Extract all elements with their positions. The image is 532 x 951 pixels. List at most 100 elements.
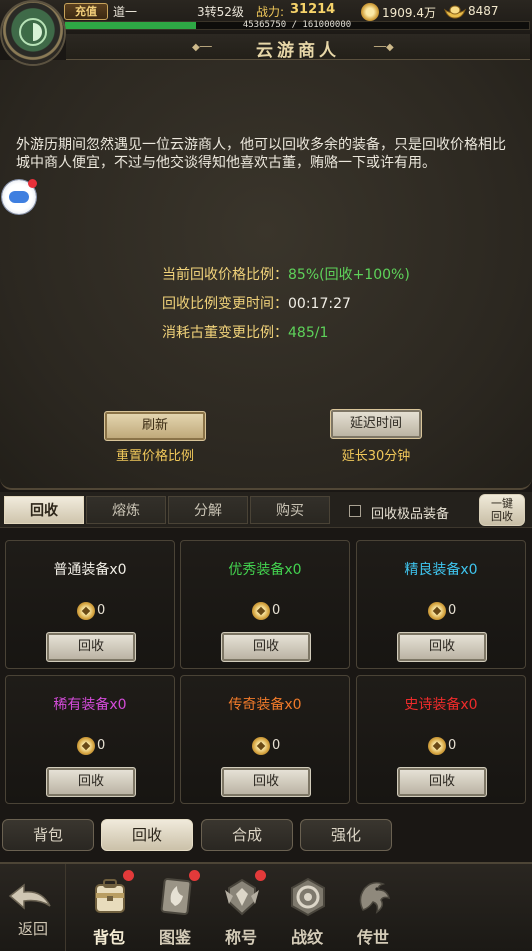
coin-icon	[428, 737, 446, 755]
back-button[interactable]: 返回	[0, 864, 66, 951]
change-time-value: 00:17:27	[288, 296, 351, 312]
equip-coin-count: 0	[97, 738, 106, 753]
refresh-subtitle: 重置价格比例	[115, 449, 194, 464]
tab-buy[interactable]: 购买	[250, 496, 330, 524]
power-label: 战力:	[256, 5, 285, 19]
gold-amount: 1909.4万	[382, 6, 436, 20]
notification-dot	[28, 179, 37, 188]
ingot-icon	[444, 5, 466, 19]
refresh-button[interactable]: 刷新	[104, 411, 206, 441]
price-ratio-label: 当前回收价格比例：	[162, 267, 288, 283]
equip-coin-count: 0	[272, 603, 281, 618]
equip-name: 精良装备x0	[404, 562, 478, 578]
antique-ratio-row: 消耗古董变更比例：485/1	[162, 322, 328, 342]
recycle-button[interactable]: 回收	[397, 632, 487, 662]
equip-coin-count: 0	[448, 603, 457, 618]
nav-heirloom[interactable]: 传世	[340, 864, 406, 951]
notification-dot	[189, 870, 200, 881]
coin-icon	[77, 602, 95, 620]
subtab-recycle[interactable]: 回收	[101, 819, 193, 851]
backpack-icon	[95, 879, 125, 913]
equip-name: 优秀装备x0	[228, 562, 302, 578]
subtab-synthesize[interactable]: 合成	[201, 819, 293, 851]
equipment-grid: 普通装备x0 0 回收 优秀装备x0 0 回收 精良装备x0 0 回收 稀有装备…	[0, 534, 532, 804]
player-avatar[interactable]	[2, 2, 64, 64]
notification-dot	[255, 870, 266, 881]
nav-title[interactable]: 称号	[208, 864, 274, 951]
gold-coin-icon	[361, 3, 379, 21]
nav-title-label: 称号	[224, 928, 257, 947]
power-value: 31214	[290, 2, 336, 17]
coin-icon	[77, 737, 95, 755]
book-icon	[160, 878, 192, 915]
experience-bar: 45365750 / 161000000	[64, 20, 530, 30]
function-tabs: 回收 熔炼 分解 购买 回收极品装备 一键 回收	[0, 492, 532, 528]
nav-book[interactable]: 图鉴	[142, 864, 208, 951]
price-ratio-value: 85%(回收+100%)	[288, 267, 410, 283]
antique-ratio-value: 485/1	[288, 325, 329, 341]
one-key-line1: 一键	[491, 497, 513, 510]
equip-cell-rare: 稀有装备x0 0 回收	[5, 675, 175, 804]
top-status-bar: 充值 道一 3转52级 战力: 31214 1909.4万 8487 45365…	[0, 0, 532, 34]
war-pattern-icon	[291, 877, 325, 917]
title-emblem-icon	[225, 878, 259, 916]
back-arrow-icon	[8, 883, 51, 910]
change-time-row: 回收比例变更时间：00:17:27	[162, 293, 351, 313]
delay-subtitle: 延长30分钟	[341, 449, 411, 464]
subtab-enhance[interactable]: 强化	[300, 819, 392, 851]
title-right-ornament: ──◆	[374, 42, 394, 53]
charge-button[interactable]: 充值	[64, 3, 108, 20]
nav-backpack[interactable]: 背包	[76, 864, 142, 951]
player-name: 道一	[113, 5, 138, 19]
player-level: 3转52级	[197, 5, 244, 19]
tab-decompose[interactable]: 分解	[168, 496, 248, 524]
equip-name: 普通装备x0	[53, 562, 127, 578]
coin-icon	[252, 602, 270, 620]
page-title: 云游商人	[256, 41, 340, 61]
recycle-button[interactable]: 回收	[221, 632, 311, 662]
floating-gamepad-icon[interactable]	[2, 179, 37, 214]
recycle-button[interactable]: 回收	[221, 767, 311, 797]
yin-yang-icon	[19, 18, 47, 46]
delay-time-button[interactable]: 延迟时间	[330, 409, 422, 439]
coin-icon	[428, 602, 446, 620]
antique-ratio-label: 消耗古董变更比例：	[162, 325, 288, 341]
one-key-recycle-button[interactable]: 一键 回收	[479, 494, 525, 526]
one-key-line2: 回收	[491, 510, 513, 523]
tab-smelt[interactable]: 熔炼	[86, 496, 166, 524]
tab-recycle[interactable]: 回收	[4, 496, 84, 524]
notification-dot	[123, 870, 134, 881]
equip-cell-excellent: 优秀装备x0 0 回收	[180, 540, 350, 669]
equip-coin-count: 0	[448, 738, 457, 753]
equip-name: 史诗装备x0	[404, 697, 478, 713]
equip-coin-count: 0	[272, 738, 281, 753]
back-label: 返回	[17, 920, 48, 938]
recycle-premium-checkbox[interactable]	[349, 505, 361, 517]
equip-coin-count: 0	[97, 603, 106, 618]
equip-cell-fine: 精良装备x0 0 回收	[356, 540, 526, 669]
merchant-description: 外游历期间忽然遇见一位云游商人，他可以回收多余的装备，只是回收价格相比城中商人便…	[16, 137, 506, 171]
nav-book-label: 图鉴	[158, 928, 191, 947]
equip-name: 稀有装备x0	[53, 697, 127, 713]
coin-icon	[252, 737, 270, 755]
ingot-amount: 8487	[468, 4, 499, 18]
experience-text: 45365750 / 161000000	[242, 20, 352, 30]
nav-war-pattern[interactable]: 战纹	[274, 864, 340, 951]
dragon-icon	[359, 881, 391, 914]
recycle-button[interactable]: 回收	[46, 767, 136, 797]
price-ratio-row: 当前回收价格比例：85%(回收+100%)	[162, 264, 410, 284]
nav-backpack-label: 背包	[92, 928, 125, 947]
equip-name: 传奇装备x0	[228, 697, 302, 713]
recycle-button[interactable]: 回收	[46, 632, 136, 662]
change-time-label: 回收比例变更时间：	[162, 296, 288, 312]
subtab-backpack[interactable]: 背包	[2, 819, 94, 851]
merchant-panel: 外游历期间忽然遇见一位云游商人，他可以回收多余的装备，只是回收价格相比城中商人便…	[0, 60, 532, 490]
equip-cell-common: 普通装备x0 0 回收	[5, 540, 175, 669]
nav-heirloom-label: 传世	[356, 928, 389, 947]
title-bar: ◆── 云游商人 ──◆	[66, 34, 530, 61]
bottom-navigation: 返回 背包 图鉴 称号 战纹 传世	[0, 862, 532, 951]
equip-cell-epic: 史诗装备x0 0 回收	[356, 675, 526, 804]
nav-war-pattern-label: 战纹	[290, 928, 323, 947]
recycle-button[interactable]: 回收	[397, 767, 487, 797]
recycle-premium-label: 回收极品装备	[371, 507, 450, 522]
